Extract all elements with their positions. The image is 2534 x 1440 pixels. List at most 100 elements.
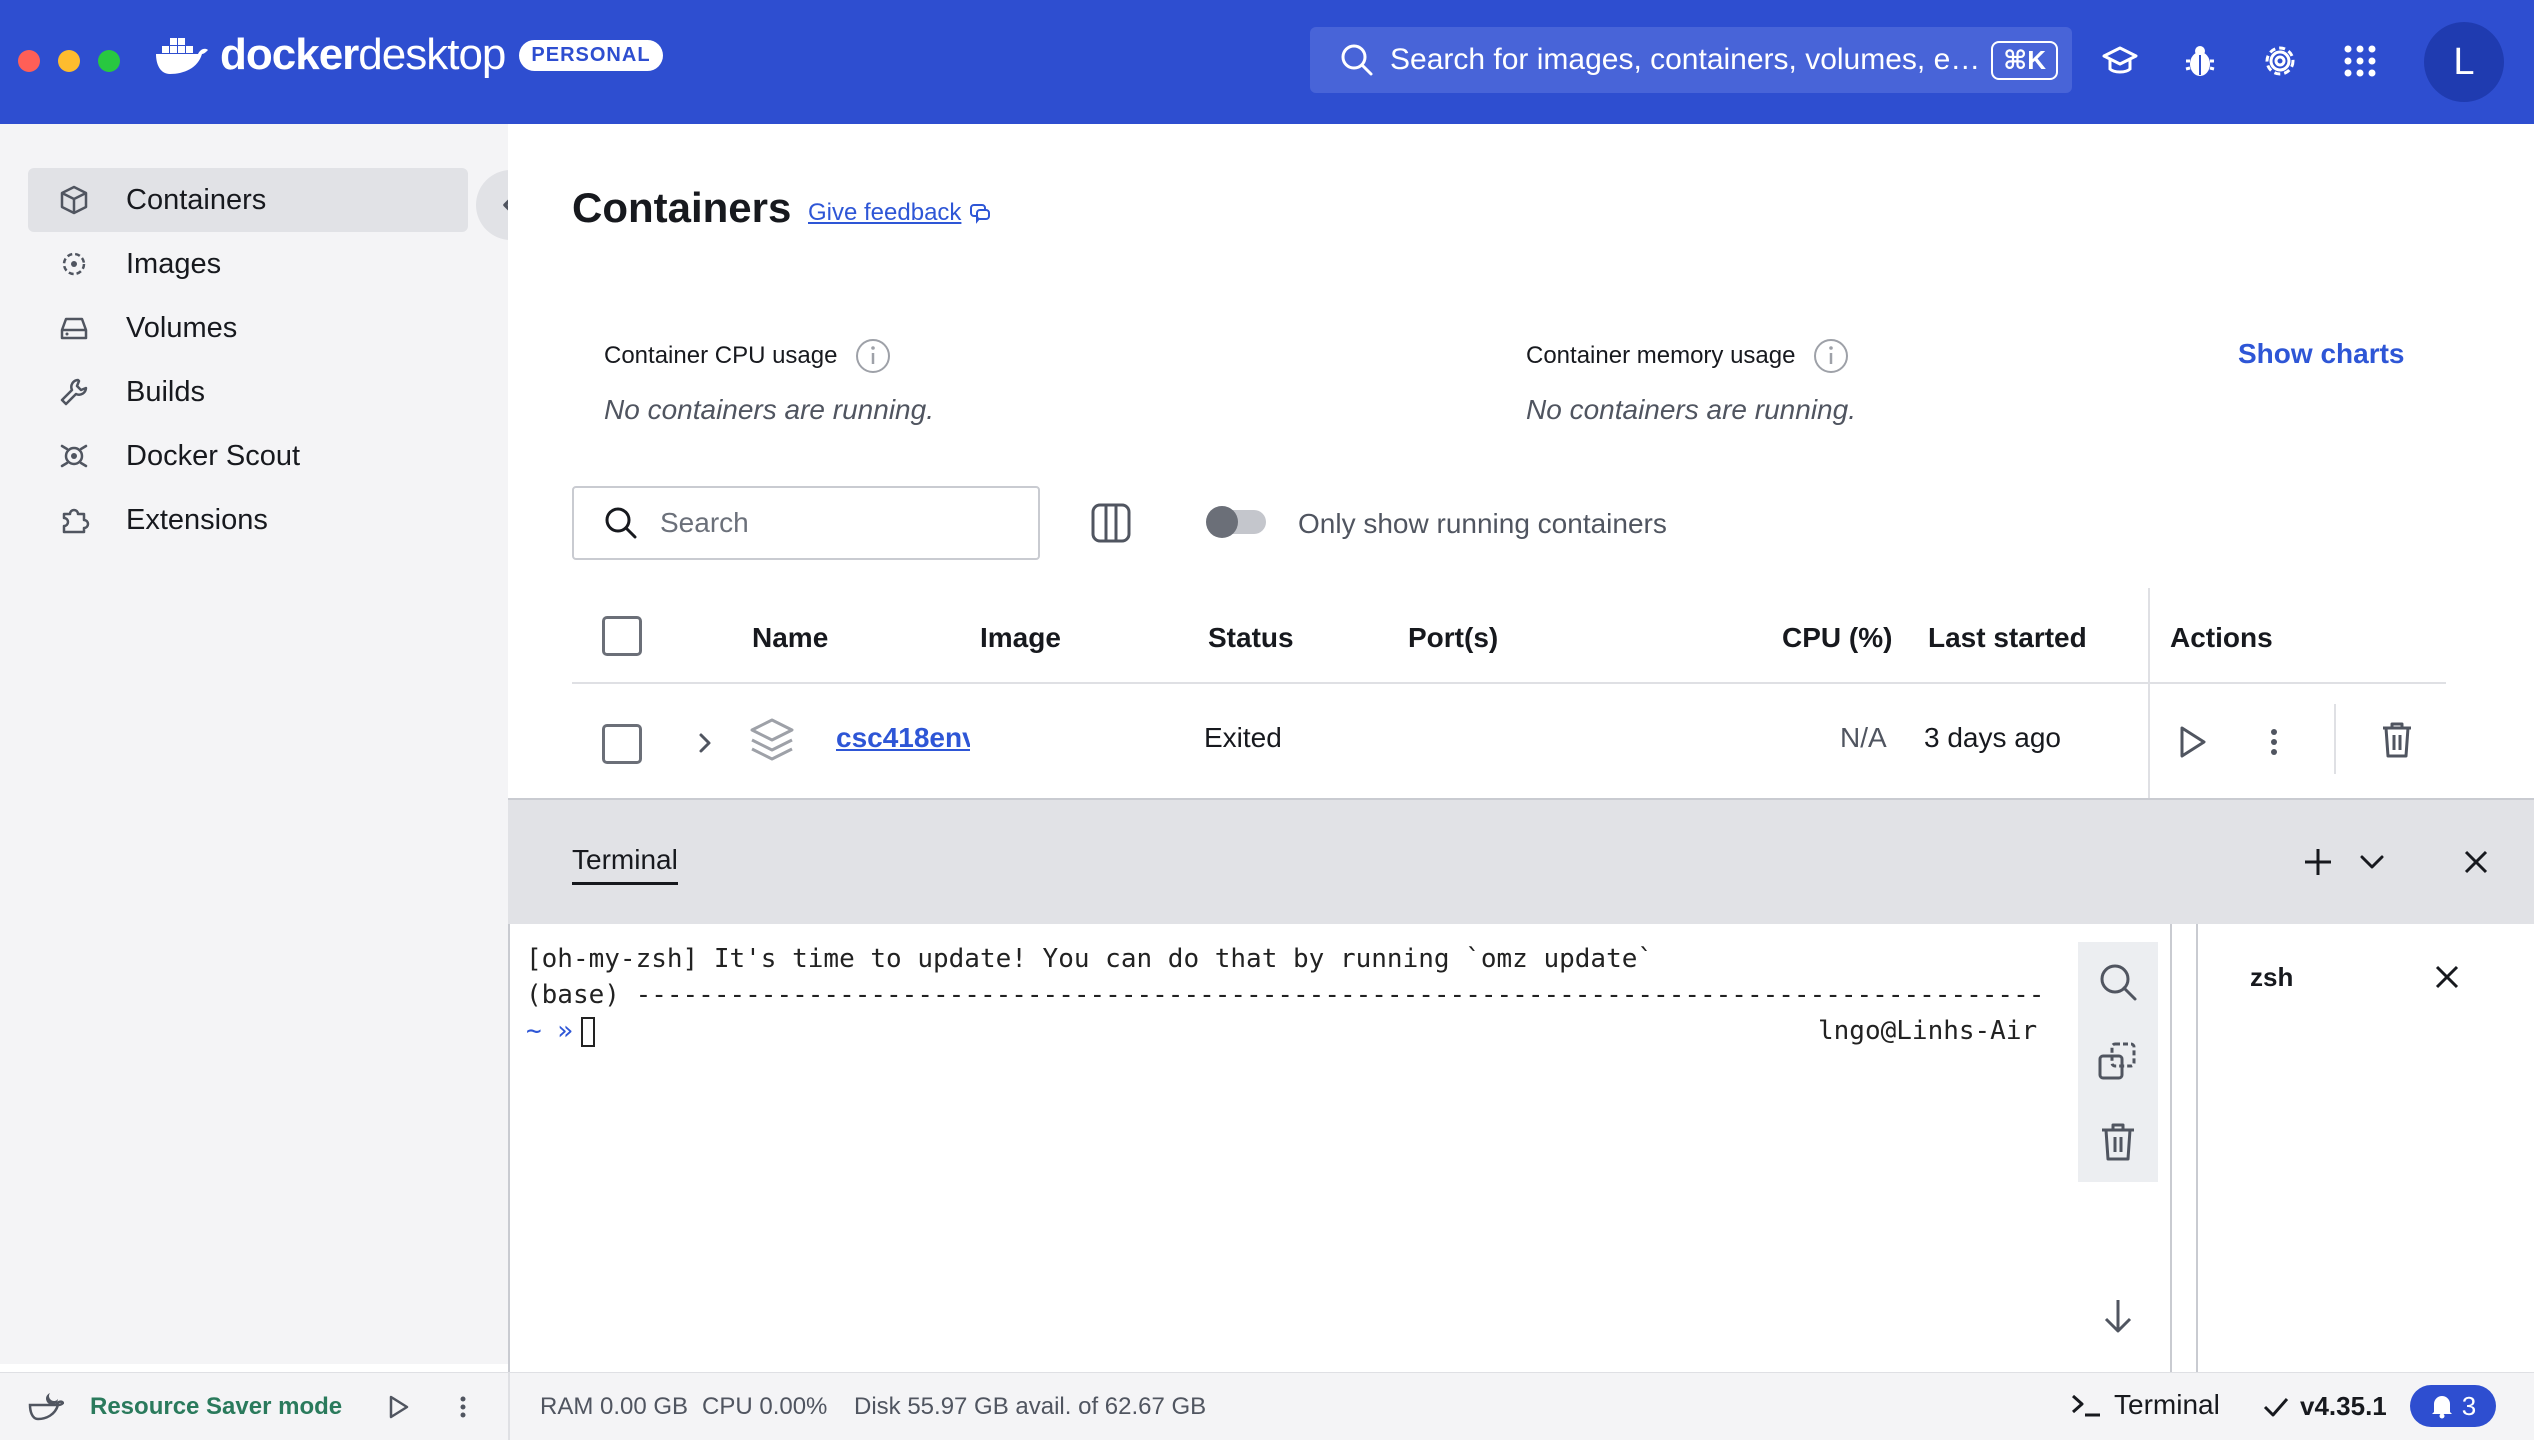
start-play-icon[interactable] xyxy=(2172,722,2212,762)
search-shortcut-badge: ⌘K xyxy=(1991,40,2058,80)
terminal-prompt: ~ » xyxy=(526,1016,573,1046)
column-header-ports[interactable]: Port(s) xyxy=(1408,622,1498,654)
cpu-usage-title: Container CPU usage xyxy=(604,342,838,369)
image-layers-icon xyxy=(58,248,90,280)
row-action-divider xyxy=(2334,704,2336,774)
terminal-prompt-icon xyxy=(2070,1391,2104,1419)
plan-badge: PERSONAL xyxy=(519,39,663,71)
sidebar-item-docker-scout[interactable]: Docker Scout xyxy=(28,424,468,488)
sidebar-item-label: Images xyxy=(126,247,222,280)
column-header-image[interactable]: Image xyxy=(980,622,1061,654)
search-icon xyxy=(604,506,638,540)
sidebar-item-extensions[interactable]: Extensions xyxy=(28,488,468,552)
scout-icon xyxy=(58,440,90,472)
table-row[interactable]: csc418env Exited N/A 3 days ago xyxy=(572,684,2446,798)
terminal-header: Terminal xyxy=(508,798,2534,924)
container-search-placeholder: Search xyxy=(660,507,749,538)
expand-chevron-icon[interactable] xyxy=(696,730,714,756)
terminal-line: (base) ---------------------------------… xyxy=(526,980,2045,1010)
resource-saver-label[interactable]: Resource Saver mode xyxy=(90,1393,342,1421)
sidebar-item-label: Containers xyxy=(126,183,267,216)
terminal-host: lngo@Linhs-Air xyxy=(1818,1016,2038,1046)
window-minimize-button[interactable] xyxy=(58,50,80,72)
bug-icon[interactable] xyxy=(2176,37,2224,85)
docker-logo: dockerdesktop PERSONAL xyxy=(154,30,663,80)
copy-icon[interactable] xyxy=(2096,1040,2140,1084)
scroll-down-arrow-icon[interactable] xyxy=(2098,1296,2138,1336)
more-vertical-icon[interactable] xyxy=(2264,722,2284,762)
ram-usage: RAM 0.00 GB xyxy=(540,1393,689,1420)
container-status: Exited xyxy=(1204,722,1282,753)
close-icon[interactable] xyxy=(2462,848,2490,876)
memory-usage-value: No containers are running. xyxy=(1526,394,1856,425)
window-maximize-button[interactable] xyxy=(98,50,120,72)
add-plus-icon[interactable] xyxy=(2302,846,2334,878)
info-icon[interactable] xyxy=(855,338,891,374)
global-search-placeholder: Search for images, containers, volumes, … xyxy=(1390,43,1981,76)
select-all-checkbox[interactable] xyxy=(602,616,642,656)
puzzle-icon xyxy=(58,504,90,536)
stack-layers-icon xyxy=(748,716,796,764)
show-charts-button[interactable]: Show charts xyxy=(2238,338,2404,370)
give-feedback-label: Give feedback xyxy=(808,199,962,226)
sidebar-item-label: Extensions xyxy=(126,503,268,536)
running-only-label: Only show running containers xyxy=(1298,508,1667,539)
page-title: Containers xyxy=(572,184,792,231)
terminal-line: [oh-my-zsh] It's time to update! You can… xyxy=(526,944,1654,974)
sidebar-item-label: Volumes xyxy=(126,311,238,344)
window-close-button[interactable] xyxy=(18,50,40,72)
cpu-usage: CPU 0.00% xyxy=(702,1393,828,1420)
sidebar-item-label: Builds xyxy=(126,375,205,408)
columns-toggle-icon[interactable] xyxy=(1090,502,1132,544)
cube-icon xyxy=(58,184,90,216)
sidebar-item-builds[interactable]: Builds xyxy=(28,360,468,424)
notification-count: 3 xyxy=(2461,1390,2477,1421)
column-header-actions: Actions xyxy=(2170,622,2273,653)
settings-gear-icon[interactable] xyxy=(2256,37,2304,85)
close-icon[interactable] xyxy=(2434,964,2460,990)
container-name-link[interactable]: csc418env xyxy=(836,722,970,754)
global-search-bar[interactable]: Search for images, containers, volumes, … xyxy=(1310,27,2072,93)
terminal-output[interactable]: [oh-my-zsh] It's time to update! You can… xyxy=(508,924,2172,1372)
terminal-toggle-button[interactable]: Terminal xyxy=(2070,1389,2220,1421)
apps-grid-icon[interactable] xyxy=(2336,37,2384,85)
row-checkbox[interactable] xyxy=(602,724,642,764)
chevron-down-icon[interactable] xyxy=(2358,850,2386,874)
terminal-session-item[interactable]: zsh xyxy=(2250,962,2293,993)
column-header-last-started[interactable]: Last started xyxy=(1928,622,2087,654)
user-avatar[interactable]: L xyxy=(2424,22,2504,102)
checkmark-icon xyxy=(2262,1395,2290,1419)
cpu-usage-label: Container CPU usage xyxy=(604,338,891,374)
terminal-prompt-line: ~ » xyxy=(526,1016,595,1047)
terminal-cursor xyxy=(580,1016,595,1047)
terminal-tab[interactable]: Terminal xyxy=(572,844,678,885)
container-search-input[interactable]: Search xyxy=(572,486,1040,560)
feedback-chat-icon xyxy=(961,202,991,224)
version-label: v4.35.1 xyxy=(2300,1391,2387,1421)
info-icon[interactable] xyxy=(1813,338,1849,374)
terminal-toggle-label: Terminal xyxy=(2114,1389,2220,1420)
play-icon[interactable] xyxy=(384,1393,412,1421)
terminal-toolbar xyxy=(2078,942,2158,1182)
resource-saver-whale-icon xyxy=(28,1389,64,1421)
give-feedback-link[interactable]: Give feedback xyxy=(808,199,991,227)
column-header-cpu[interactable]: CPU (%) xyxy=(1782,622,1892,654)
clear-trash-icon[interactable] xyxy=(2099,1121,2137,1163)
sidebar-item-containers[interactable]: Containers xyxy=(28,168,468,232)
sidebar-item-images[interactable]: Images xyxy=(28,232,468,296)
learning-center-icon[interactable] xyxy=(2096,37,2144,85)
sidebar-item-volumes[interactable]: Volumes xyxy=(28,296,468,360)
notifications-button[interactable]: 3 xyxy=(2410,1385,2496,1427)
whale-icon xyxy=(154,34,210,76)
column-header-status[interactable]: Status xyxy=(1208,622,1294,654)
more-vertical-icon[interactable] xyxy=(456,1393,470,1421)
search-icon[interactable] xyxy=(2097,961,2139,1003)
column-header-name[interactable]: Name xyxy=(752,622,828,654)
wrench-icon xyxy=(58,376,90,408)
version-indicator[interactable]: v4.35.1 xyxy=(2262,1391,2387,1422)
status-bar: Resource Saver mode RAM 0.00 GB CPU 0.00… xyxy=(0,1372,2534,1440)
running-only-toggle[interactable] xyxy=(1206,506,1266,538)
delete-trash-icon[interactable] xyxy=(2380,720,2414,760)
sidebar-item-label: Docker Scout xyxy=(126,439,301,472)
table-header: Name Image Status Port(s) CPU (%) Last s… xyxy=(572,588,2446,684)
